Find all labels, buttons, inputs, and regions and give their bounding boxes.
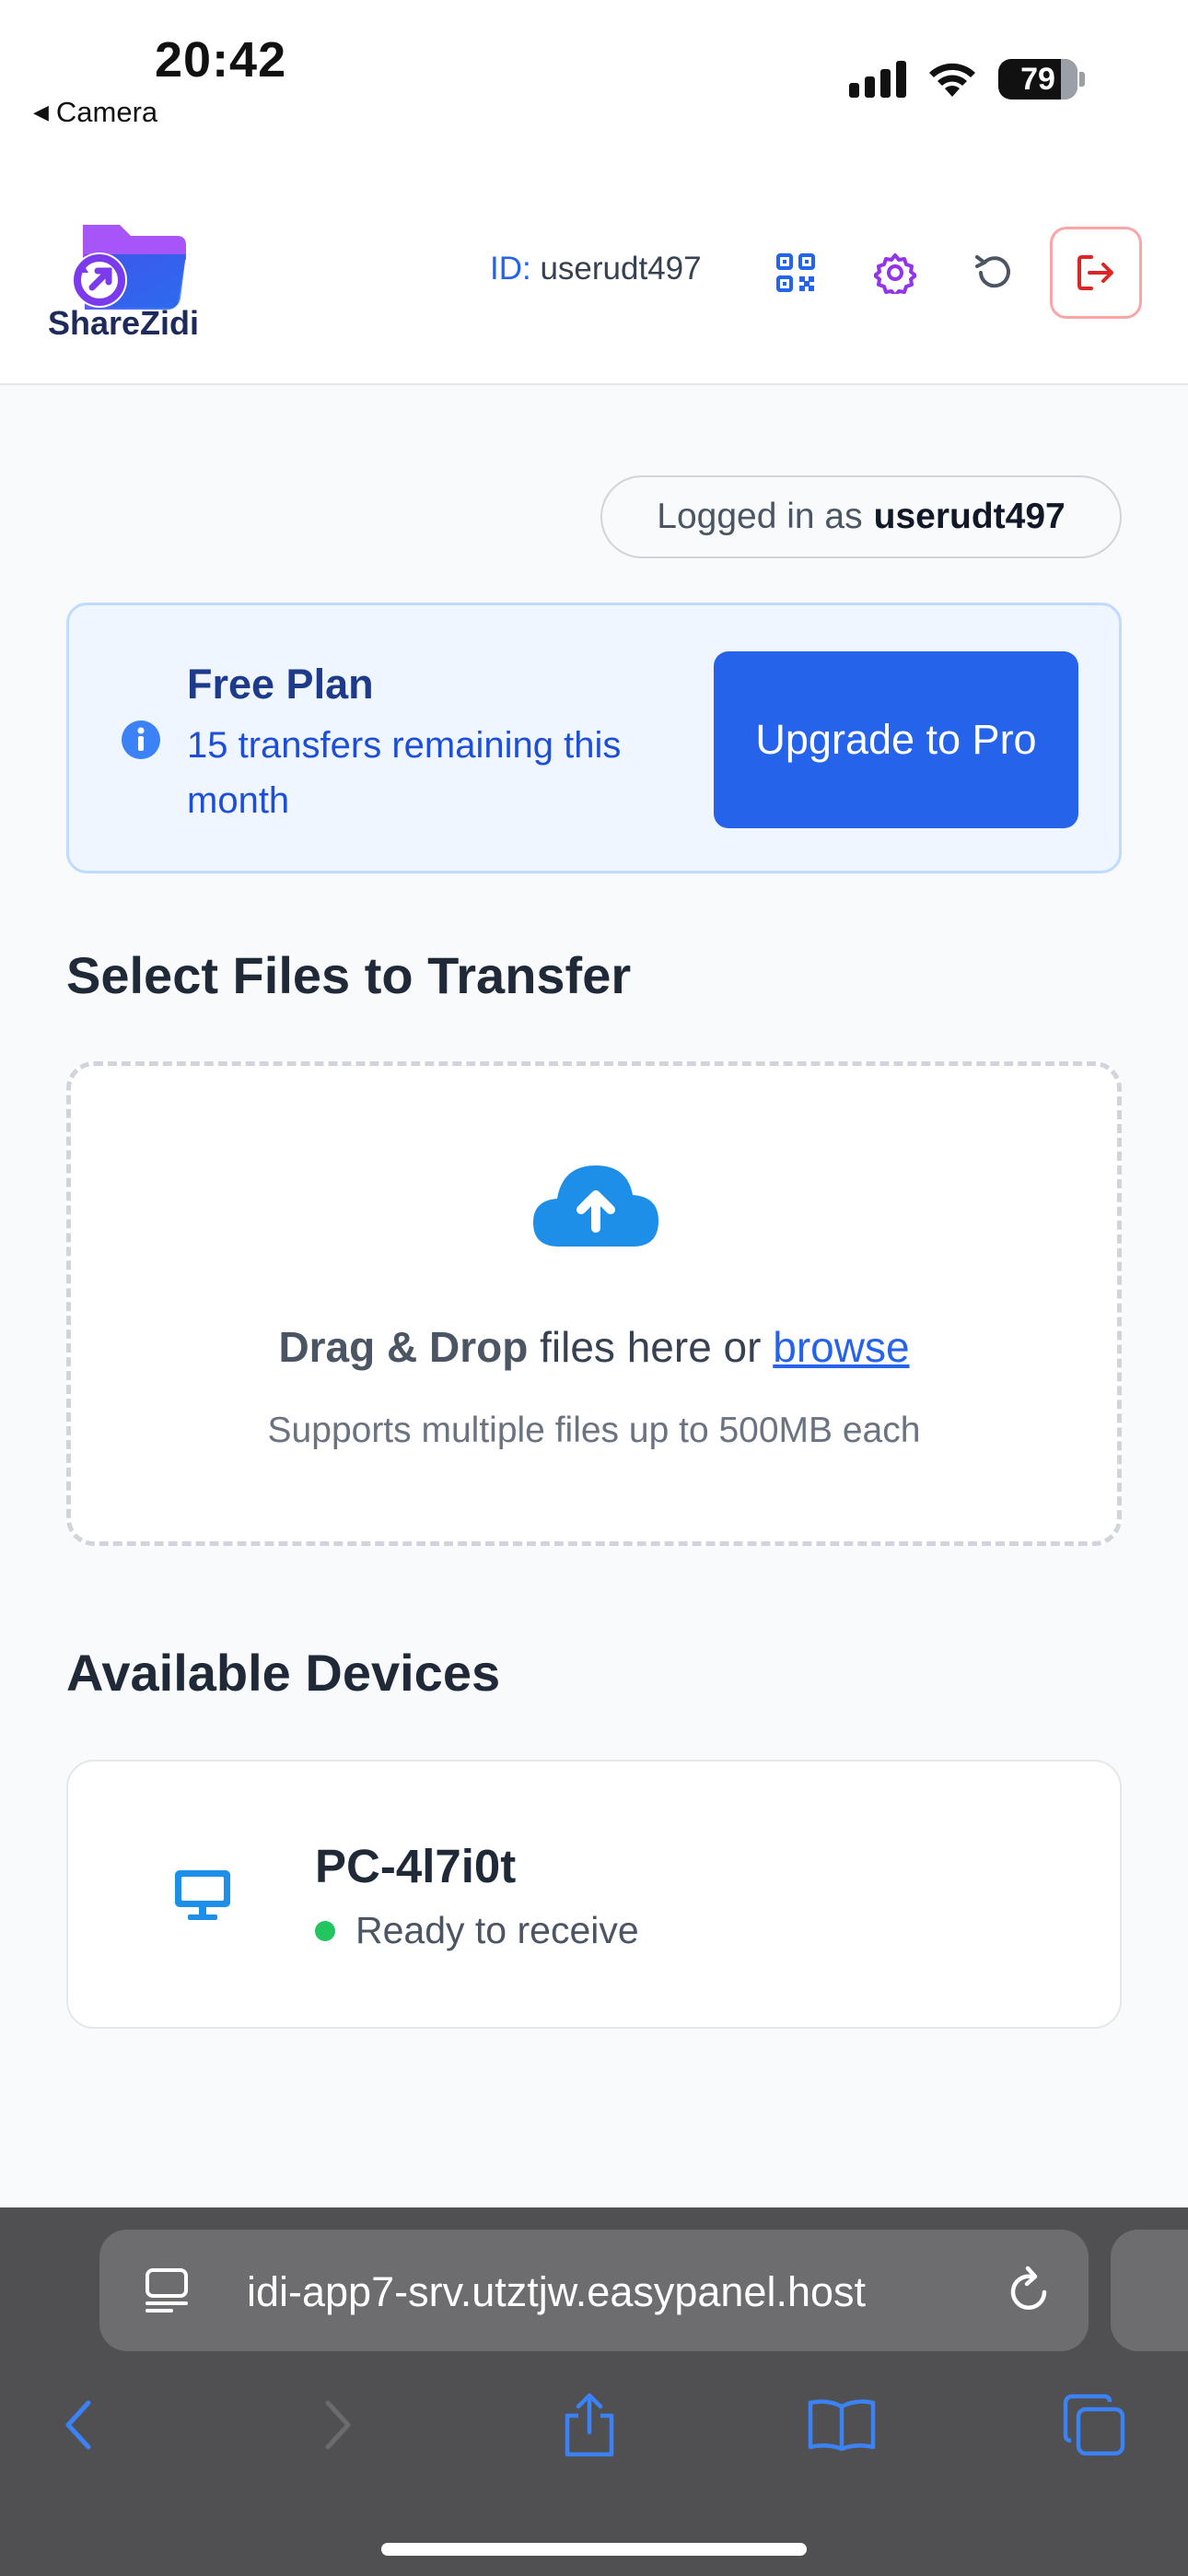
logged-in-badge: Logged in as userudt497: [600, 475, 1122, 558]
next-tab-peek[interactable]: [1111, 2230, 1188, 2351]
browser-toolbar: idi-app7-srv.utztjw.easypanel.host: [0, 2207, 1188, 2576]
home-indicator: [381, 2543, 807, 2556]
desktop-monitor-icon: [175, 1870, 230, 1920]
back-triangle-icon: ◀: [33, 100, 49, 123]
status-dot-icon: [315, 1920, 335, 1941]
reader-mode-icon[interactable]: [144, 2266, 190, 2314]
back-app-label: Camera: [55, 96, 158, 128]
reload-icon[interactable]: [1004, 2263, 1055, 2318]
status-bar: 20:42 ◀ Camera 79: [0, 0, 1188, 184]
share-button[interactable]: [553, 2388, 626, 2462]
open-book-icon: [808, 2399, 876, 2452]
available-devices-title: Available Devices: [66, 1644, 501, 1702]
status-icons: 79: [849, 59, 1085, 100]
select-files-title: Select Files to Transfer: [66, 946, 632, 1004]
plan-remaining-text: 15 transfers remaining this month: [187, 725, 622, 821]
tabs-icon: [1063, 2394, 1125, 2456]
drag-drop-label: Drag & Drop: [278, 1323, 529, 1371]
back-to-app-link[interactable]: ◀ Camera: [33, 96, 157, 129]
forward-button[interactable]: [300, 2388, 374, 2462]
battery-level: 79: [1020, 61, 1055, 97]
upgrade-to-pro-button[interactable]: Upgrade to Pro: [714, 651, 1078, 828]
chevron-left-icon: [65, 2400, 91, 2450]
user-id-label: ID: userudt497: [490, 251, 702, 287]
cellular-signal-icon: [849, 61, 906, 98]
history-icon: [975, 255, 1010, 288]
address-bar[interactable]: idi-app7-srv.utztjw.easypanel.host: [99, 2230, 1089, 2351]
logged-in-prefix: Logged in as: [657, 497, 863, 536]
logo-text: ShareZidi: [48, 304, 200, 342]
wifi-icon: [929, 63, 975, 97]
settings-button[interactable]: [849, 227, 941, 319]
logged-in-username: userudt497: [873, 497, 1066, 536]
gear-icon: [874, 253, 916, 294]
status-time: 20:42: [155, 32, 287, 88]
file-dropzone[interactable]: Drag & Drop files here or browse Support…: [66, 1061, 1122, 1546]
logout-button[interactable]: [1050, 227, 1142, 319]
device-status-text: Ready to receive: [355, 1909, 639, 1951]
history-button[interactable]: [949, 227, 1041, 319]
device-status: Ready to receive: [315, 1909, 639, 1952]
qr-code-icon: [776, 253, 815, 292]
logout-icon: [1077, 255, 1113, 290]
info-icon: [122, 720, 160, 759]
bookmarks-button[interactable]: [805, 2388, 879, 2462]
device-card[interactable]: PC-4l7i0t Ready to receive: [66, 1760, 1122, 2029]
user-id-prefix: ID:: [490, 251, 531, 287]
browse-link[interactable]: browse: [773, 1323, 909, 1371]
app-header: ShareZidi ID: userudt497: [0, 184, 1188, 385]
qr-code-button[interactable]: [750, 227, 842, 319]
dropzone-support-text: Supports multiple files up to 500MB each: [267, 1411, 921, 1450]
user-id-value: userudt497: [540, 251, 702, 287]
device-name: PC-4l7i0t: [315, 1840, 517, 1892]
battery-icon: 79: [998, 59, 1085, 100]
chevron-right-icon: [325, 2400, 351, 2450]
tabs-button[interactable]: [1057, 2388, 1131, 2462]
cloud-upload-icon: [533, 1165, 658, 1247]
plan-card: Free Plan 15 transfers remaining this mo…: [66, 603, 1122, 873]
drag-drop-text: files here or: [528, 1323, 774, 1371]
back-button[interactable]: [42, 2388, 116, 2462]
dropzone-instruction: Drag & Drop files here or browse: [71, 1322, 1117, 1372]
plan-title: Free Plan: [187, 661, 374, 708]
share-icon: [565, 2393, 614, 2457]
url-text: idi-app7-srv.utztjw.easypanel.host: [247, 2268, 867, 2315]
